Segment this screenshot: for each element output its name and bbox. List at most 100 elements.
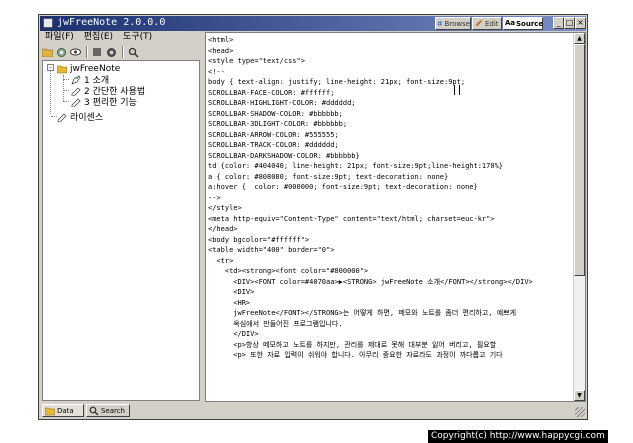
code-line[interactable]: </style>: [208, 203, 573, 214]
code-line[interactable]: <meta http-equiv="Content-Type" content=…: [208, 214, 573, 225]
tab-data[interactable]: Data: [42, 404, 84, 417]
save-button[interactable]: [105, 46, 117, 58]
browse-mode-label: Browse: [444, 19, 471, 28]
menu-tools[interactable]: 도구(T): [118, 31, 157, 44]
maximize-icon: □: [565, 18, 574, 27]
tree-line: [50, 71, 51, 114]
scroll-thumb[interactable]: [574, 44, 585, 276]
code-line[interactable]: <table width="400" border="0">: [208, 245, 573, 256]
search-button[interactable]: [127, 46, 139, 58]
window-title: jwFreeNote 2.0.0.0: [57, 17, 166, 28]
code-line[interactable]: <head>: [208, 46, 573, 57]
close-icon: ×: [577, 18, 584, 27]
code-line[interactable]: <DIV><FONT color=#4070aa>▶<STRONG> jwFre…: [208, 277, 573, 288]
tree-node-label: jwFreeNote: [70, 63, 121, 74]
scroll-up-button[interactable]: ▲: [574, 33, 585, 44]
source-icon: Aa: [505, 19, 516, 27]
source-mode-label: Source: [516, 19, 544, 28]
stop-button[interactable]: [91, 46, 103, 58]
code-line[interactable]: <HR>: [208, 298, 573, 309]
code-line[interactable]: 옥심에서 만들어진 프로그램입니다.: [208, 319, 573, 330]
toolbar: [41, 45, 141, 59]
minimize-button[interactable]: _: [553, 17, 564, 29]
tab-search-label: Search: [100, 406, 125, 415]
code-line[interactable]: jwFreeNote</FONT></STRONG>는 어떻게 하면, 메모와 …: [208, 308, 573, 319]
code-line[interactable]: <style type="text/css">: [208, 56, 573, 67]
menu-edit[interactable]: 편집(E): [79, 31, 118, 44]
edit-mode-button[interactable]: Edit: [472, 17, 502, 30]
tree-line: [63, 79, 69, 80]
browse-icon: [437, 21, 442, 26]
edit-icon: [475, 19, 483, 27]
resize-grip[interactable]: [575, 407, 585, 417]
code-line[interactable]: SCROLLBAR-SHADOW-COLOR: #bbbbbb;: [208, 109, 573, 120]
toolbar-separator: [86, 46, 88, 58]
scroll-down-button[interactable]: ▼: [574, 390, 585, 401]
code-line[interactable]: a:hover { color: #000000; font-size:9pt;…: [208, 182, 573, 193]
settings-button[interactable]: [55, 46, 67, 58]
arrow-up-icon: ▲: [577, 35, 582, 42]
title-bar[interactable]: jwFreeNote 2.0.0.0 Browse Edit Aa Source…: [40, 16, 586, 31]
maximize-button[interactable]: □: [564, 17, 575, 29]
code-line[interactable]: a { color: #808080; font-size:9pt; text-…: [208, 172, 573, 183]
open-folder-icon: [41, 48, 53, 57]
menu-file[interactable]: 파일(F): [40, 31, 79, 44]
text-cursor: [454, 85, 460, 95]
code-line[interactable]: SCROLLBAR-FACE-COLOR: #ffffff;: [208, 88, 573, 99]
view-button[interactable]: [69, 46, 81, 58]
code-line[interactable]: <td><strong><font color="#800000">: [208, 266, 573, 277]
search-tab-icon: [89, 406, 99, 415]
note-tree[interactable]: - jwFreeNote 1 소개 2 간단한 사용법 3 편리한 기능 라이센…: [42, 60, 200, 401]
app-icon: [43, 18, 53, 28]
tree-node-license[interactable]: 라이센스: [57, 111, 104, 123]
app-window: jwFreeNote 2.0.0.0 Browse Edit Aa Source…: [38, 14, 588, 420]
code-line[interactable]: td {color: #404040; line-height: 21px; f…: [208, 161, 573, 172]
source-editor[interactable]: <html> <head> <style type="text/css"> <!-- b…: [205, 32, 586, 402]
tree-line: [63, 90, 69, 91]
code-line[interactable]: body { text-align: justify; line-height:…: [208, 77, 573, 88]
toolbar-separator: [122, 46, 124, 58]
vertical-scrollbar[interactable]: ▲ ▼: [573, 33, 585, 401]
code-line[interactable]: SCROLLBAR-TRACK-COLOR: #dddddd;: [208, 140, 573, 151]
code-line[interactable]: SCROLLBAR-DARKSHADOW-COLOR: #bbbbbb}: [208, 151, 573, 162]
note-icon: [71, 98, 81, 107]
tree-node-features[interactable]: 3 편리한 기능: [71, 96, 137, 108]
note-active-icon: [71, 75, 81, 85]
copyright-caption: Copyright(c) http://www.happycgi.com: [428, 430, 608, 443]
tree-node-label: 라이센스: [70, 113, 104, 123]
code-line[interactable]: -->: [208, 193, 573, 204]
edit-mode-label: Edit: [485, 19, 499, 28]
folder-open-icon: [57, 65, 67, 73]
close-button[interactable]: ×: [575, 17, 586, 29]
minimize-icon: _: [556, 18, 561, 27]
tree-node-label: 3 편리한 기능: [84, 98, 137, 108]
menu-bar: 파일(F) 편집(E) 도구(T): [40, 31, 200, 44]
code-line[interactable]: </DIV>: [208, 329, 573, 340]
code-line[interactable]: <DIV>: [208, 287, 573, 298]
source-mode-button[interactable]: Aa Source: [503, 17, 543, 30]
code-line[interactable]: SCROLLBAR-ARROW-COLOR: #555555;: [208, 130, 573, 141]
code-line[interactable]: <body bgcolor="#ffffff">: [208, 235, 573, 246]
open-folder-button[interactable]: [41, 46, 53, 58]
note-icon: [71, 87, 81, 96]
settings-icon: [56, 47, 66, 57]
code-line[interactable]: <p>항상 메모하고 노트를 하지만, 관리를 제대로 못해 대부분 잃어 버리…: [208, 340, 573, 351]
code-line[interactable]: </head>: [208, 224, 573, 235]
code-line[interactable]: <!--: [208, 67, 573, 78]
stop-icon: [93, 48, 101, 56]
panel-tabs: Data Search: [42, 404, 132, 418]
source-code[interactable]: <html> <head> <style type="text/css"> <!-- b…: [208, 35, 573, 361]
code-line[interactable]: <tr>: [208, 256, 573, 267]
data-tab-icon: [45, 407, 55, 415]
save-icon: [106, 47, 116, 57]
code-line[interactable]: <html>: [208, 35, 573, 46]
code-line[interactable]: <p> 또한 자료 입력이 쉬워야 합니다. 아무리 중요한 자료라도 과정이 …: [208, 350, 573, 361]
tab-search[interactable]: Search: [86, 404, 130, 417]
note-icon: [57, 113, 67, 122]
browse-mode-button[interactable]: Browse: [435, 17, 471, 30]
tree-expander[interactable]: -: [47, 64, 54, 72]
search-icon: [128, 47, 139, 58]
tab-data-label: Data: [57, 406, 74, 415]
code-line[interactable]: SCROLLBAR-HIGHLIGHT-COLOR: #dddddd;: [208, 98, 573, 109]
code-line[interactable]: SCROLLBAR-3DLIGHT-COLOR: #bbbbbb;: [208, 119, 573, 130]
